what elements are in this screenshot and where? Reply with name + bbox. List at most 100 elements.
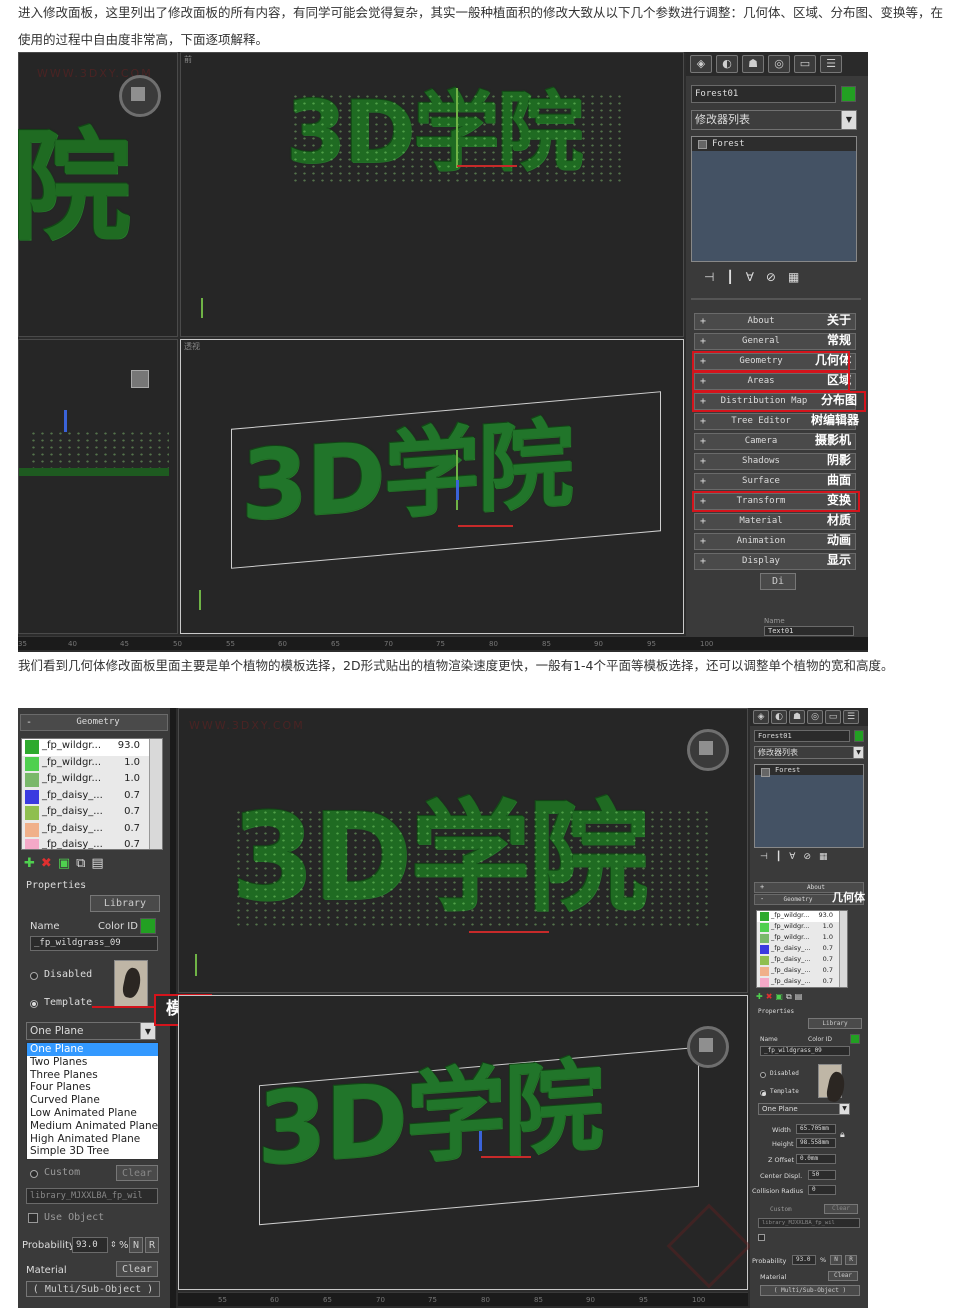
configure-icon[interactable]: ▦ <box>819 852 828 862</box>
rollout-geometry[interactable]: - Geometry 几何体 <box>754 892 865 905</box>
hierarchy-icon[interactable]: ☗ <box>742 55 764 73</box>
template-option[interactable]: Simple 3D Tree <box>27 1145 158 1158</box>
list-item[interactable]: _fp_daisy_... 0.7 <box>22 838 162 849</box>
create-icon[interactable]: ◈ <box>690 55 712 73</box>
library-path-field[interactable]: library_MJXXLBA_fp_wil <box>26 1188 158 1204</box>
rollout-surface[interactable]: + Surface 曲面 <box>694 473 856 490</box>
list-item[interactable]: _fp_daisy_... 0.7 <box>757 944 847 955</box>
viewcube-icon[interactable] <box>119 75 161 117</box>
timeline-ruler[interactable]: 35 40 45 50 55 60 65 70 75 80 85 90 95 1… <box>18 636 868 650</box>
paste-icon[interactable]: ▤ <box>91 856 103 871</box>
template-option[interactable]: High Animated Plane <box>27 1133 158 1146</box>
clear-custom-button[interactable]: Clear <box>116 1165 158 1181</box>
library-button[interactable]: Library <box>808 1018 862 1029</box>
plant-name-field[interactable]: _fp_wildgrass_09 <box>760 1046 850 1056</box>
template-options-list[interactable]: One Plane Two Planes Three Planes Four P… <box>26 1042 159 1160</box>
modify-icon[interactable]: ◐ <box>716 55 738 73</box>
make-unique-icon[interactable]: ∀ <box>789 852 795 862</box>
create-icon[interactable]: ◈ <box>753 710 769 724</box>
modify-icon[interactable]: ◐ <box>771 710 787 724</box>
probability-field[interactable]: 93.0 <box>72 1237 108 1253</box>
modifier-stack[interactable]: Forest <box>691 136 857 262</box>
viewcube-icon[interactable] <box>131 370 149 388</box>
motion-icon[interactable]: ◎ <box>807 710 823 724</box>
viewport-front[interactable]: 前 3D学院 <box>180 52 684 337</box>
material-button[interactable]: ( Multi/Sub-Object ) <box>26 1281 160 1297</box>
modifier-list-dropdown[interactable]: 修改器列表 ▼ <box>754 746 864 759</box>
list-item[interactable]: _fp_daisy_... 0.7 <box>757 966 847 977</box>
clear-material-button[interactable]: Clear <box>828 1271 858 1281</box>
object-color-swatch[interactable] <box>841 86 856 102</box>
add-object-icon[interactable]: ▣ <box>775 992 783 1002</box>
template-dropdown[interactable]: One Plane ▼ <box>26 1022 156 1040</box>
template-option[interactable]: Curved Plane <box>27 1094 158 1107</box>
rollout-animation[interactable]: + Animation 动画 <box>694 533 856 550</box>
list-item[interactable]: _fp_wildgr... 93.0 <box>22 739 162 756</box>
library-button[interactable]: Library <box>90 895 160 912</box>
plant-list[interactable]: _fp_wildgr... 93.0 _fp_wildgr... 1.0 _fp_w… <box>21 738 163 850</box>
lock-icon[interactable]: 🔒︎ <box>840 1130 845 1140</box>
rollout-display-partial[interactable]: Di <box>760 573 796 590</box>
list-item[interactable]: _fp_wildgr... 1.0 <box>22 772 162 789</box>
clear-material-button[interactable]: Clear <box>116 1261 158 1277</box>
list-item[interactable]: _fp_daisy_... 0.7 <box>22 789 162 806</box>
template-dropdown[interactable]: One Plane ▼ <box>758 1103 850 1115</box>
list-item[interactable]: _fp_wildgr... 1.0 <box>22 756 162 773</box>
plant-list-scrollbar[interactable] <box>149 739 162 849</box>
template-option[interactable]: Medium Animated Plane <box>27 1120 158 1133</box>
template-thumbnail[interactable] <box>818 1064 842 1098</box>
paste-icon[interactable]: ▤ <box>795 992 803 1002</box>
list-item[interactable]: _fp_wildgr... 1.0 <box>757 933 847 944</box>
viewport-perspective[interactable]: 3D学院 <box>178 995 752 1290</box>
delete-icon[interactable]: ✖ <box>41 856 52 871</box>
viewport-top-left[interactable]: WWW.3DXY.COM 院 <box>18 52 178 337</box>
template-option[interactable]: Four Planes <box>27 1081 158 1094</box>
n-button[interactable]: N <box>129 1237 143 1253</box>
list-item[interactable]: _fp_daisy_... 0.7 <box>757 977 847 987</box>
rollout-geometry[interactable]: - Geometry <box>20 714 168 731</box>
r-button[interactable]: R <box>845 1255 857 1265</box>
pin-icon[interactable]: ⊣ <box>704 270 714 284</box>
plant-name-field[interactable]: _fp_wildgrass_09 <box>30 936 158 951</box>
list-item[interactable]: _fp_daisy_... 0.7 <box>22 822 162 839</box>
viewport-perspective[interactable]: 透视 3D学院 <box>180 339 684 634</box>
list-item[interactable]: _fp_wildgr... 1.0 <box>757 922 847 933</box>
display-icon[interactable]: ▭ <box>794 55 816 73</box>
rollout-shadows[interactable]: + Shadows 阴影 <box>694 453 856 470</box>
modifier-stack[interactable]: Forest <box>754 764 864 848</box>
use-object-checkbox[interactable] <box>758 1234 765 1241</box>
rollout-tree-editor[interactable]: + Tree Editor 树编辑器 <box>694 413 859 430</box>
rollout-display[interactable]: + Display 显示 <box>694 553 856 570</box>
material-button[interactable]: ( Multi/Sub-Object ) <box>760 1285 860 1296</box>
utilities-icon[interactable]: ☰ <box>843 710 859 724</box>
use-object-checkbox[interactable] <box>28 1213 38 1223</box>
list-item[interactable]: _fp_daisy_... 0.7 <box>22 805 162 822</box>
disabled-radio[interactable] <box>760 1072 766 1078</box>
r-button[interactable]: R <box>145 1237 159 1253</box>
add-object-icon[interactable]: ▣ <box>58 856 70 871</box>
display-icon[interactable]: ▭ <box>825 710 841 724</box>
library-path-field[interactable]: library_MJXXLBA_fp_wil <box>758 1218 860 1228</box>
object-name-field[interactable]: Forest01 <box>691 85 836 103</box>
probability-field[interactable]: 93.0 <box>792 1255 816 1265</box>
hierarchy-icon[interactable]: ☗ <box>789 710 805 724</box>
clear-custom-button[interactable]: Clear <box>824 1204 858 1214</box>
viewcube-icon[interactable] <box>687 729 729 771</box>
utilities-icon[interactable]: ☰ <box>820 55 842 73</box>
center-displ-field[interactable]: 50 <box>808 1170 836 1180</box>
color-id-swatch[interactable] <box>850 1034 860 1044</box>
rollout-camera[interactable]: + Camera 摄影机 <box>694 433 856 450</box>
chevron-down-icon[interactable]: ▼ <box>839 1104 849 1114</box>
delete-icon[interactable]: ✖ <box>766 992 773 1002</box>
rollout-general[interactable]: + General 常规 <box>694 333 856 350</box>
rollout-about[interactable]: + About 关于 <box>694 313 856 330</box>
list-item[interactable]: _fp_daisy_... 0.7 <box>757 955 847 966</box>
template-radio[interactable] <box>30 1000 38 1008</box>
remove-modifier-icon[interactable]: ⊘ <box>766 270 776 284</box>
plant-list-scrollbar[interactable] <box>839 911 847 987</box>
n-button[interactable]: N <box>830 1255 842 1265</box>
show-end-icon[interactable]: ┃ <box>726 270 733 284</box>
make-unique-icon[interactable]: ∀ <box>746 270 754 284</box>
chevron-down-icon[interactable]: ▼ <box>841 111 856 129</box>
list-item[interactable]: _fp_wildgr... 93.0 <box>757 911 847 922</box>
